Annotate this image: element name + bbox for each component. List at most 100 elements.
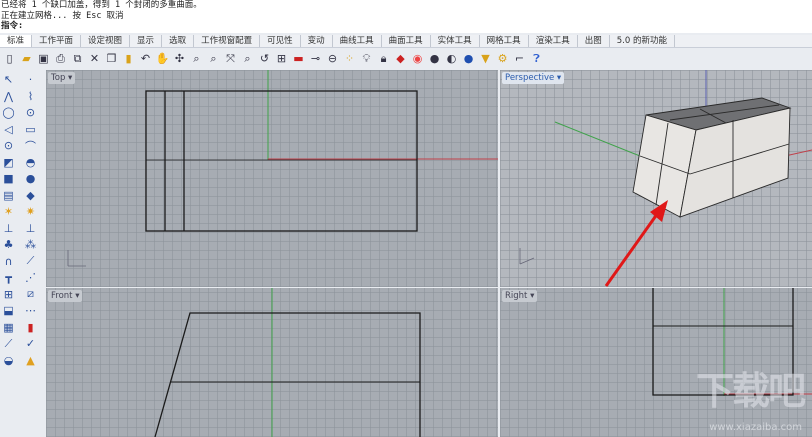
paint-icon[interactable]: ◒	[1, 353, 16, 368]
cut-icon[interactable]: ✕	[87, 51, 102, 66]
options-gear-icon[interactable]: ⚙	[495, 51, 510, 66]
spotlight-icon[interactable]: ✷	[23, 204, 38, 219]
tab-transform[interactable]: 变动	[301, 35, 333, 47]
rectangle-icon[interactable]: ▭	[23, 122, 38, 137]
polyline-icon[interactable]: ⋀	[1, 89, 16, 104]
ellipse-icon[interactable]: ⊙	[23, 105, 38, 120]
edit-tools-icon[interactable]: ⧄	[23, 287, 38, 302]
lock-icon[interactable]: 🔒︎	[376, 51, 391, 66]
toolbar-tabs: 标准 工作平面 设定视图 显示 选取 工作视窗配置 可见性 变动 曲线工具 曲面…	[0, 35, 812, 48]
zoom-window-icon[interactable]: ⌕	[206, 51, 221, 66]
shaded-sphere-icon[interactable]: ●	[427, 51, 442, 66]
split-icon[interactable]: ⋰	[23, 270, 38, 285]
color-wheel-icon[interactable]: ◉	[410, 51, 425, 66]
filter-icon[interactable]: ▼	[478, 51, 493, 66]
new-file-icon[interactable]: ▯	[2, 51, 17, 66]
four-viewports-icon[interactable]: ⊞	[274, 51, 289, 66]
axis-indicator-icon	[519, 248, 535, 265]
watermark-logo: 下载吧	[695, 369, 806, 413]
tab-drafting[interactable]: 出图	[578, 35, 610, 47]
viewport-label-perspective[interactable]: Perspective ▾	[502, 72, 565, 84]
surface-icon[interactable]: ◩	[1, 155, 16, 170]
box-icon[interactable]: ■	[1, 171, 16, 186]
render-icon[interactable]: ●	[461, 51, 476, 66]
osnap-icon[interactable]: ⊸	[308, 51, 323, 66]
tab-render-tools[interactable]: 渲染工具	[529, 35, 578, 47]
tab-mesh-tools[interactable]: 网格工具	[480, 35, 529, 47]
array-icon[interactable]: ⊞	[1, 287, 16, 302]
analyze-icon[interactable]: ⋯	[23, 303, 38, 318]
point-icon[interactable]: ·	[23, 72, 38, 87]
viewport-top[interactable]: Top ▾	[46, 70, 498, 287]
import-icon[interactable]: ⧉	[70, 51, 85, 66]
tab-cplanes[interactable]: 工作平面	[32, 35, 82, 47]
rendered-sphere-icon[interactable]: ◐	[444, 51, 459, 66]
tab-set-view[interactable]: 设定视图	[81, 35, 131, 47]
command-line-2: 正在建立网格... 按 Esc 取消	[1, 10, 124, 21]
tab-surface-tools[interactable]: 曲面工具	[382, 35, 431, 47]
circle-icon[interactable]: ◯	[1, 105, 16, 120]
paste-icon[interactable]: ▮	[121, 51, 136, 66]
tab-curve-tools[interactable]: 曲线工具	[333, 35, 382, 47]
mesh-icon[interactable]: ▤	[1, 188, 16, 203]
tab-solid-tools[interactable]: 实体工具	[431, 35, 480, 47]
light-icon[interactable]: ✶	[1, 204, 16, 219]
distance-icon[interactable]: ⊖	[325, 51, 340, 66]
axis-indicator-icon	[67, 250, 86, 267]
curve-icon[interactable]: ⌇	[23, 89, 38, 104]
commands-icon[interactable]: ⌐	[512, 51, 527, 66]
arc-icon[interactable]: ◁	[1, 122, 16, 137]
sphere-icon[interactable]: ●	[23, 171, 38, 186]
boolean-icon[interactable]: ⬓	[1, 303, 16, 318]
text-dimension-icon[interactable]: ⊥	[23, 221, 38, 236]
group-icon[interactable]: ♣	[1, 237, 16, 252]
polygon-icon[interactable]: ⊙	[1, 138, 16, 153]
mesh-edit-icon[interactable]: ◆	[23, 188, 38, 203]
rotate-view-icon[interactable]: ✣	[172, 51, 187, 66]
tab-display[interactable]: 显示	[130, 35, 163, 47]
viewport-perspective[interactable]: Perspective ▾	[500, 70, 812, 287]
print-icon[interactable]: ⎙	[53, 51, 68, 66]
fillet-curve-icon[interactable]: ⌒	[23, 138, 38, 153]
transform-icon[interactable]: ⟋	[1, 336, 16, 351]
light-bulb-icon[interactable]: 💡︎	[359, 51, 374, 66]
tab-standard[interactable]: 标准	[0, 35, 33, 47]
grid-icon[interactable]: ▦	[1, 320, 16, 335]
undo-icon[interactable]: ↶	[138, 51, 153, 66]
render-settings-icon[interactable]: ▮	[23, 320, 38, 335]
layer-icon[interactable]: ◆	[393, 51, 408, 66]
tab-viewport-layout[interactable]: 工作视窗配置	[194, 35, 261, 47]
command-prompt[interactable]: 指令:	[1, 21, 812, 32]
viewport-label-top[interactable]: Top ▾	[48, 72, 76, 84]
viewport-label-front[interactable]: Front ▾	[48, 290, 83, 302]
zoom-icon[interactable]: ⌕	[189, 51, 204, 66]
undo-view-icon[interactable]: ↺	[257, 51, 272, 66]
viewport-label-right[interactable]: Right ▾	[502, 290, 538, 302]
select-arrow-icon[interactable]: ↖	[1, 72, 16, 87]
trim-icon[interactable]: ⟋	[23, 254, 38, 269]
surface-edit-icon[interactable]: ◓	[23, 155, 38, 170]
tab-new-in-v5[interactable]: 5.0 的新功能	[610, 35, 675, 47]
select-icon[interactable]: ⁘	[342, 51, 357, 66]
check-icon[interactable]: ✓	[23, 336, 38, 351]
perspective-view-canvas	[519, 70, 812, 287]
cplane-icon[interactable]: ▬	[291, 51, 306, 66]
command-line-1: 已经将 1 个缺口加盖，得到 1 个封闭的多重曲面。	[1, 0, 202, 10]
help-icon[interactable]: ❓︎	[529, 51, 544, 66]
save-icon[interactable]: ▣	[36, 51, 51, 66]
copy-icon[interactable]: ❐	[104, 51, 119, 66]
dimension-icon[interactable]: ⊥	[1, 221, 16, 236]
zoom-extents-icon[interactable]: ⤧	[223, 51, 238, 66]
bend-icon[interactable]: ∩	[1, 254, 16, 269]
open-folder-icon[interactable]: ▰	[19, 51, 34, 66]
tab-visibility[interactable]: 可见性	[260, 35, 301, 47]
extrude-icon[interactable]: ┳	[1, 270, 16, 285]
pan-hand-icon[interactable]: ✋	[155, 51, 170, 66]
front-view-canvas	[154, 288, 421, 437]
material-icon[interactable]: ▲	[23, 353, 38, 368]
zoom-selected-icon[interactable]: ⌕	[240, 51, 255, 66]
viewport-right[interactable]: Right ▾ 下载吧 www.xiazaiba.com	[500, 288, 812, 437]
tab-select[interactable]: 选取	[162, 35, 195, 47]
viewport-front[interactable]: Front ▾	[46, 288, 498, 437]
ungroup-icon[interactable]: ⁂	[23, 237, 38, 252]
